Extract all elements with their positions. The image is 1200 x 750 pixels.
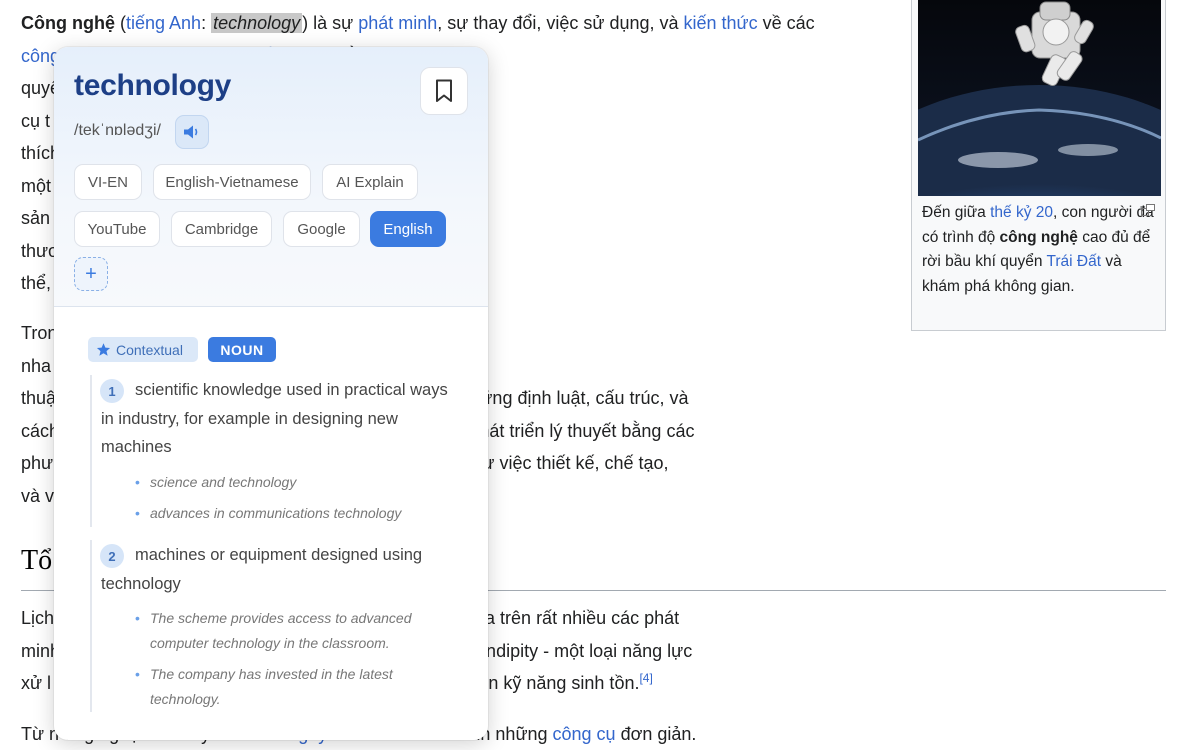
source-chip-youtube[interactable]: YouTube xyxy=(74,211,160,247)
sense-2: 2 machines or equipment designed using t… xyxy=(90,540,470,712)
example-item: • advances in communications technology xyxy=(135,505,402,521)
speaker-icon xyxy=(184,125,198,139)
source-chip-english[interactable]: English xyxy=(370,211,446,247)
star-icon xyxy=(96,343,111,356)
article-line: Công nghệ (tiếng Anh: technology) là sự … xyxy=(21,13,815,33)
source-chip-cambridge[interactable]: Cambridge xyxy=(171,211,272,247)
source-chip-ai-explain[interactable]: AI Explain xyxy=(322,164,418,200)
popup-header: technology /tekˈnɒlədʒi/ VI-EN English-V… xyxy=(54,47,488,307)
example-item: • The company has invested in the latest … xyxy=(135,666,393,707)
thumbnail-caption: Đến giữa thế kỷ 20, con người đã có trìn… xyxy=(922,204,1154,295)
infobox-thumbnail: Đến giữa thế kỷ 20, con người đã có trìn… xyxy=(911,0,1166,331)
source-chip-english-vietnamese[interactable]: English-Vietnamese xyxy=(153,164,311,200)
contextual-badge: Contextual xyxy=(88,337,198,362)
contextual-label: Contextual xyxy=(116,341,183,358)
pronounce-button[interactable] xyxy=(175,115,209,149)
bookmark-icon xyxy=(436,79,452,102)
astronaut-earth-image[interactable] xyxy=(918,0,1161,196)
source-chip-google[interactable]: Google xyxy=(283,211,360,247)
source-chip-vi-en[interactable]: VI-EN xyxy=(74,164,142,200)
headword: technology xyxy=(74,69,232,102)
sense-definition: machines or equipment designed using tec… xyxy=(101,546,423,593)
example-item: • science and technology xyxy=(135,474,297,490)
bookmark-button[interactable] xyxy=(420,67,468,115)
example-item: • The scheme provides access to advanced … xyxy=(135,610,412,651)
sense-definition: scientific knowledge used in practical w… xyxy=(101,381,448,456)
add-source-button[interactable]: + xyxy=(74,257,108,291)
dictionary-popup: technology /tekˈnɒlədʒi/ VI-EN English-V… xyxy=(54,47,488,740)
enlarge-icon[interactable] xyxy=(1141,203,1155,216)
sense-1: 1 scientific knowledge used in practical… xyxy=(90,375,470,527)
phonetic: /tekˈnɒlədʒi/ xyxy=(74,122,161,139)
part-of-speech-badge: NOUN xyxy=(208,337,276,362)
plus-icon: + xyxy=(85,262,97,285)
section-heading: Tổ xyxy=(21,545,53,576)
